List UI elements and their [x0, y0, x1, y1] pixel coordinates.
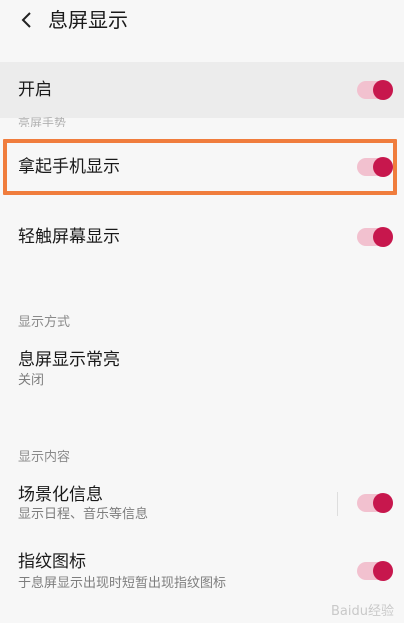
- master-switch-label: 开启: [18, 80, 52, 100]
- section-label-mode: 显示方式: [18, 315, 71, 330]
- toggle-knob: [373, 561, 393, 581]
- master-switch-row[interactable]: 开启: [0, 62, 404, 118]
- toggle-knob: [373, 493, 393, 513]
- scene-label: 场景化信息: [18, 485, 103, 505]
- divider: [337, 492, 338, 516]
- scene-sub: 显示日程、音乐等信息: [18, 507, 149, 522]
- page-title: 息屏显示: [48, 8, 128, 32]
- always-on-value: 关闭: [18, 373, 45, 388]
- scene-toggle[interactable]: [357, 493, 393, 513]
- fingerprint-toggle[interactable]: [357, 561, 393, 581]
- toggle-knob: [373, 80, 393, 100]
- tap-toggle[interactable]: [357, 227, 393, 247]
- highlight-box: [3, 139, 397, 195]
- watermark: Baidu经验: [331, 604, 394, 619]
- master-toggle[interactable]: [357, 80, 393, 100]
- section-label-gesture: 亮屏手势: [18, 117, 67, 127]
- tap-label: 轻触屏幕显示: [18, 227, 120, 247]
- always-on-label: 息屏显示常亮: [18, 350, 120, 370]
- app-header: 息屏显示: [0, 0, 404, 52]
- fingerprint-label: 指纹图标: [18, 552, 86, 572]
- section-label-content: 显示内容: [18, 450, 71, 465]
- fingerprint-sub: 于息屏显示出现时短暂出现指纹图标: [18, 576, 227, 591]
- toggle-knob: [373, 227, 393, 247]
- back-button[interactable]: [16, 8, 36, 32]
- chevron-left-icon: [21, 12, 31, 28]
